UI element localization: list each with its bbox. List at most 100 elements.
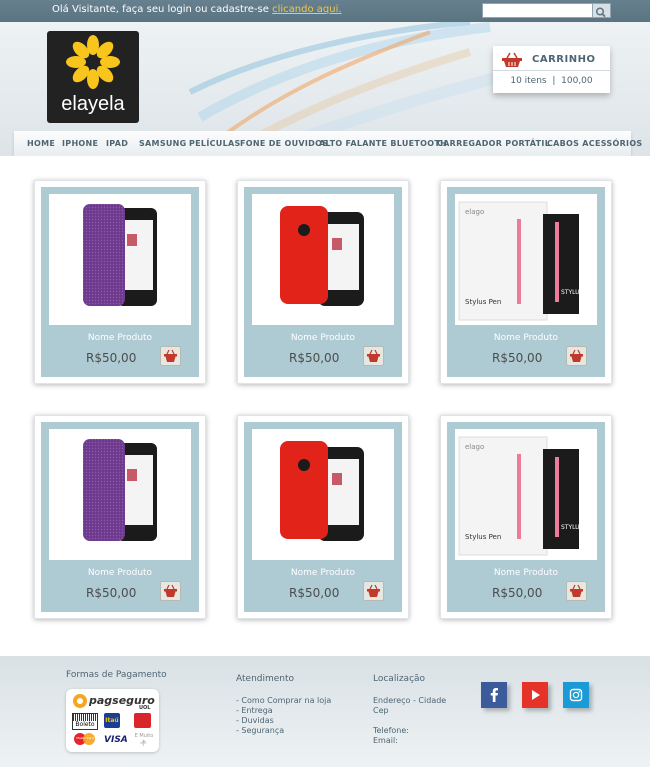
payment-title: Formas de Pagamento — [66, 670, 167, 680]
product-image[interactable] — [252, 429, 394, 560]
basket-icon — [570, 349, 583, 362]
product-price: R$50,00 — [289, 586, 340, 600]
purple-phone-case-image — [83, 439, 157, 541]
search-bar — [482, 3, 611, 18]
add-to-cart-button[interactable] — [566, 581, 587, 601]
payment-visa: VISA — [104, 735, 128, 745]
stylus-label: Stylus Pen — [465, 298, 501, 306]
basket-icon — [502, 52, 522, 67]
product-name[interactable]: Nome Produto — [447, 568, 605, 578]
site-header: elayela CARRINHO 10 itens | 100,00 HOME … — [0, 22, 650, 156]
facebook-icon — [490, 688, 498, 702]
stylus-brand: elago — [465, 208, 484, 216]
link-como-comprar[interactable]: - Como Comprar na loja — [236, 696, 331, 706]
nav-ipad[interactable]: IPAD — [106, 139, 128, 148]
shopping-cart-widget[interactable]: CARRINHO 10 itens | 100,00 — [493, 46, 610, 93]
red-phone-case-image — [280, 206, 364, 306]
add-to-cart-button[interactable] — [363, 346, 384, 366]
payment-sub: UOL — [139, 705, 151, 711]
product-price: R$50,00 — [86, 586, 137, 600]
basket-icon — [164, 584, 177, 597]
login-text: Olá Visitante, faça seu login ou cadastr… — [52, 4, 269, 15]
product-card[interactable]: Nome Produto R$50,00 — [34, 180, 206, 384]
nav-cabos-acessorios[interactable]: CABOS ACESSÓRIOS — [547, 139, 643, 148]
basket-icon — [570, 584, 583, 597]
basket-icon — [367, 349, 380, 362]
cep: Cep — [373, 706, 389, 715]
product-price: R$50,00 — [289, 351, 340, 365]
nav-fone-de-ouvidos[interactable]: FONE DE OUVIDOS — [240, 139, 328, 148]
nav-home[interactable]: HOME — [27, 139, 55, 148]
payment-methods-box: pagseguro UOL Boleto Itaú Bradesco Maste… — [66, 689, 159, 752]
product-panel: Nome Produto R$50,00 — [244, 422, 402, 612]
stylus-label: Stylus Pen — [465, 533, 501, 541]
stylus-side-label: STYLUS — [561, 289, 584, 296]
phone-label: Telefone: — [373, 726, 409, 735]
nav-peliculas[interactable]: PELÍCULAS — [189, 139, 241, 148]
link-entrega[interactable]: - Entrega — [236, 706, 331, 716]
product-panel: Nome Produto R$50,00 — [41, 187, 199, 377]
pagseguro-logo-icon — [73, 694, 87, 708]
red-phone-case-image — [280, 441, 364, 541]
product-name[interactable]: Nome Produto — [447, 333, 605, 343]
payment-mastercard: MasterCard — [74, 733, 96, 745]
product-card[interactable]: Nome Produto R$50,00 — [237, 415, 409, 619]
product-card[interactable]: Nome Produto R$50,00 — [237, 180, 409, 384]
product-image[interactable]: elago Stylus Pen STYLUS — [455, 429, 597, 560]
service-title: Atendimento — [236, 674, 295, 684]
product-name[interactable]: Nome Produto — [244, 568, 402, 578]
cart-divider — [493, 70, 610, 71]
product-image[interactable]: elago Stylus Pen STYLUS — [455, 194, 597, 325]
brand-name: elayela — [61, 93, 125, 115]
cart-summary: 10 itens | 100,00 — [493, 76, 610, 86]
service-links: - Como Comprar na loja - Entrega - Duvid… — [236, 696, 331, 736]
add-to-cart-button[interactable] — [160, 346, 181, 366]
stylus-pen-box-image: elago Stylus Pen STYLUS — [458, 436, 584, 556]
flower-logo-icon — [66, 35, 120, 89]
mastercard-label: MasterCard — [76, 736, 94, 740]
login-message: Olá Visitante, faça seu login ou cadastr… — [52, 4, 342, 15]
product-card[interactable]: elago Stylus Pen STYLUS Nome Produto R$5… — [440, 180, 612, 384]
youtube-button[interactable] — [522, 682, 548, 708]
location-title: Localização — [373, 674, 426, 684]
payment-boleto: Boleto — [72, 713, 98, 730]
product-panel: elago Stylus Pen STYLUS Nome Produto R$5… — [447, 422, 605, 612]
product-card[interactable]: Nome Produto R$50,00 — [34, 415, 206, 619]
facebook-button[interactable] — [481, 682, 507, 708]
main-navigation: HOME IPHONE IPAD SAMSUNG PELÍCULAS FONE … — [14, 131, 642, 156]
nav-alto-falante-bluetooth[interactable]: ALTO FALANTE BLUETOOTH — [319, 139, 447, 148]
location-info: Endereço - Cidade Cep Telefone: Email: — [373, 696, 446, 746]
elayela-logo[interactable]: elayela — [47, 31, 139, 123]
purple-phone-case-image — [83, 204, 157, 306]
add-to-cart-button[interactable] — [566, 346, 587, 366]
stylus-side-label: STYLUS — [561, 524, 584, 531]
link-seguranca[interactable]: - Segurança — [236, 726, 331, 736]
login-link[interactable]: clicando aqui. — [272, 4, 341, 15]
nav-samsung[interactable]: SAMSUNG — [139, 139, 187, 148]
product-image[interactable] — [252, 194, 394, 325]
product-name[interactable]: Nome Produto — [244, 333, 402, 343]
address-line: Endereço - Cidade — [373, 696, 447, 705]
product-image[interactable] — [49, 429, 191, 560]
product-image[interactable] — [49, 194, 191, 325]
instagram-button[interactable] — [563, 682, 589, 708]
cart-total: 100,00 — [561, 76, 593, 86]
youtube-play-icon — [532, 690, 540, 700]
nav-carregador-portatil[interactable]: CARREGADOR PORTÁTIL — [437, 139, 550, 148]
add-to-cart-button[interactable] — [363, 581, 384, 601]
link-duvidas[interactable]: - Duvidas — [236, 716, 331, 726]
add-to-cart-button[interactable] — [160, 581, 181, 601]
product-card[interactable]: elago Stylus Pen STYLUS Nome Produto R$5… — [440, 415, 612, 619]
product-name[interactable]: Nome Produto — [41, 568, 199, 578]
search-input[interactable] — [482, 3, 593, 18]
product-name[interactable]: Nome Produto — [41, 333, 199, 343]
top-bar: Olá Visitante, faça seu login ou cadastr… — [0, 0, 650, 22]
nav-iphone[interactable]: IPHONE — [62, 139, 98, 148]
basket-icon — [164, 349, 177, 362]
payment-itau: Itaú — [104, 713, 120, 728]
search-button[interactable] — [592, 3, 611, 18]
email-label: Email: — [373, 736, 398, 745]
cart-items-count: 10 itens — [510, 76, 547, 86]
product-price: R$50,00 — [492, 586, 543, 600]
search-icon — [595, 7, 606, 18]
